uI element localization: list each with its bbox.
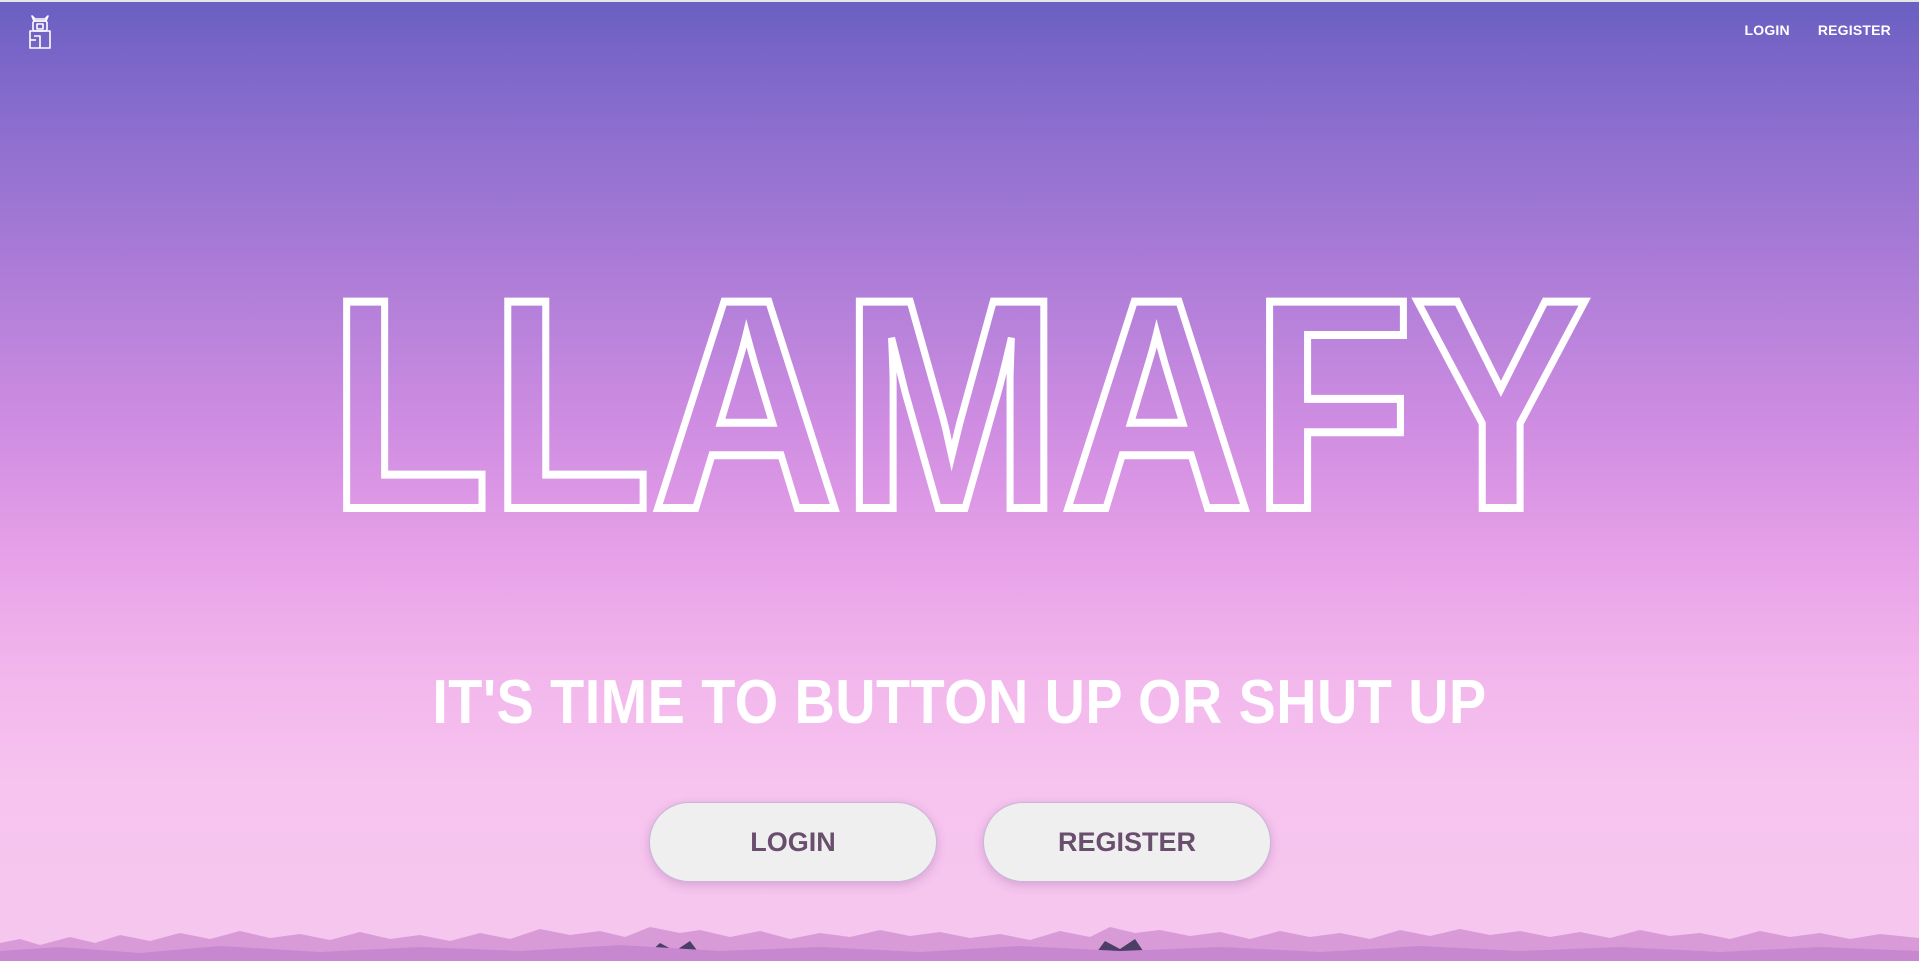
- nav-login-link[interactable]: LOGIN: [1744, 22, 1789, 38]
- register-button[interactable]: REGISTER: [983, 802, 1271, 882]
- mountain-range-image: [0, 927, 1919, 961]
- brand-title-text: LLAMAFY: [329, 236, 1589, 550]
- tagline: IT'S TIME TO BUTTON UP OR SHUT UP: [432, 668, 1487, 737]
- hero-background: LOGIN REGISTER LLAMAFY IT'S TIME TO BUTT…: [0, 0, 1919, 961]
- llama-logo-icon[interactable]: [24, 12, 56, 52]
- nav-register-link[interactable]: REGISTER: [1818, 22, 1891, 38]
- brand-title: LLAMAFY: [325, 232, 1593, 550]
- top-nav: LOGIN REGISTER: [1744, 22, 1891, 38]
- top-border: [0, 0, 1919, 2]
- login-button[interactable]: LOGIN: [649, 802, 937, 882]
